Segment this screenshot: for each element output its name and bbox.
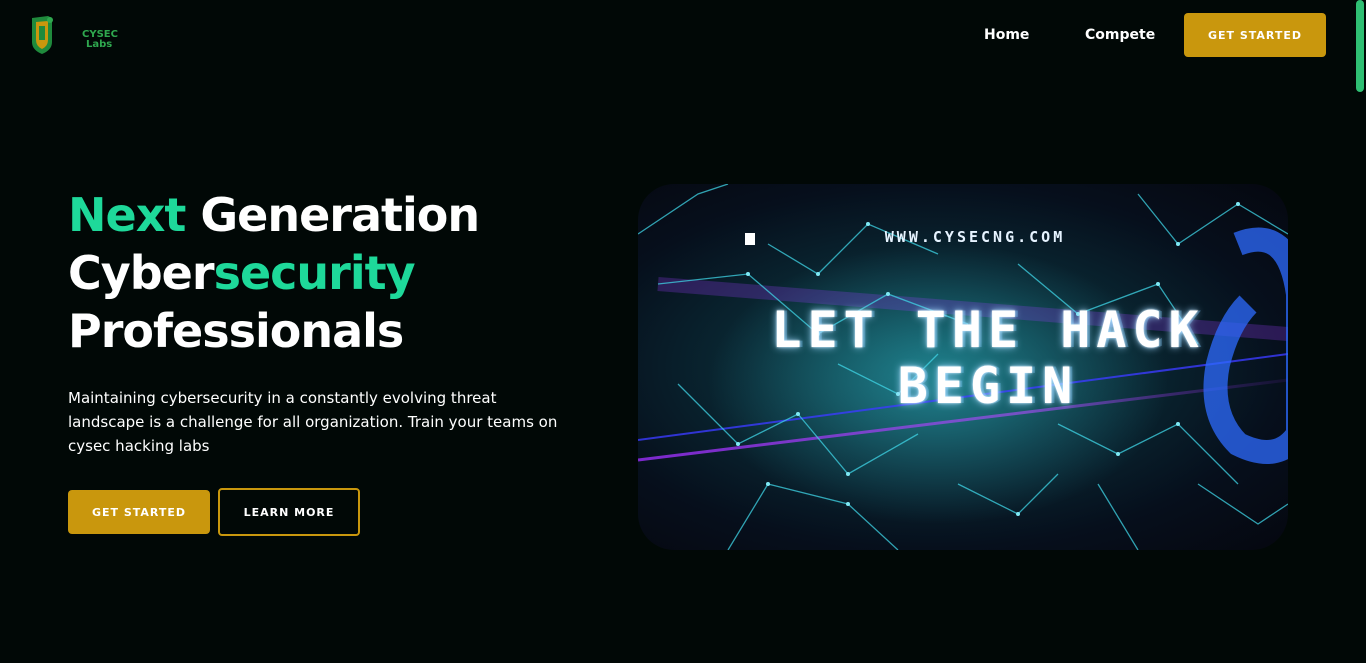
hero-title-professionals: Professionals <box>68 304 404 358</box>
hero-description: Maintaining cybersecurity in a constantl… <box>68 389 558 455</box>
logo-text-labs: Labs <box>86 39 113 50</box>
logo-wordmark: CYSEC Labs <box>82 30 118 50</box>
nav-home-link[interactable]: Home <box>984 27 1029 43</box>
banner-url-text: WWW.CYSECNG.COM <box>884 228 1066 246</box>
hero-banner-image: WWW.CYSECNG.COM LET THE HACK BEGIN <box>638 184 1288 550</box>
nav-get-started-button[interactable]: GET STARTED <box>1184 13 1326 57</box>
hero-title-security: security <box>213 246 416 300</box>
hero-title: Next Generation Cybersecurity Profession… <box>68 186 480 360</box>
hero-learn-more-button[interactable]: LEARN MORE <box>218 488 360 536</box>
nav-compete-link[interactable]: Compete <box>1085 27 1155 43</box>
scrollbar-thumb[interactable] <box>1356 0 1364 92</box>
banner-headline-line2: BEGIN <box>897 357 1079 415</box>
banner-headline: LET THE HACK BEGIN <box>638 302 1288 414</box>
page-scrollbar[interactable] <box>1354 0 1366 663</box>
hero-title-generation: Generation <box>185 188 480 242</box>
hero-get-started-button[interactable]: GET STARTED <box>68 490 210 534</box>
hero-title-next: Next <box>68 188 186 242</box>
hero-title-cyber: Cyber <box>68 246 215 300</box>
banner-headline-line1: LET THE HACK <box>771 301 1205 359</box>
cysec-labs-logo[interactable]: CYSEC Labs <box>30 14 118 56</box>
